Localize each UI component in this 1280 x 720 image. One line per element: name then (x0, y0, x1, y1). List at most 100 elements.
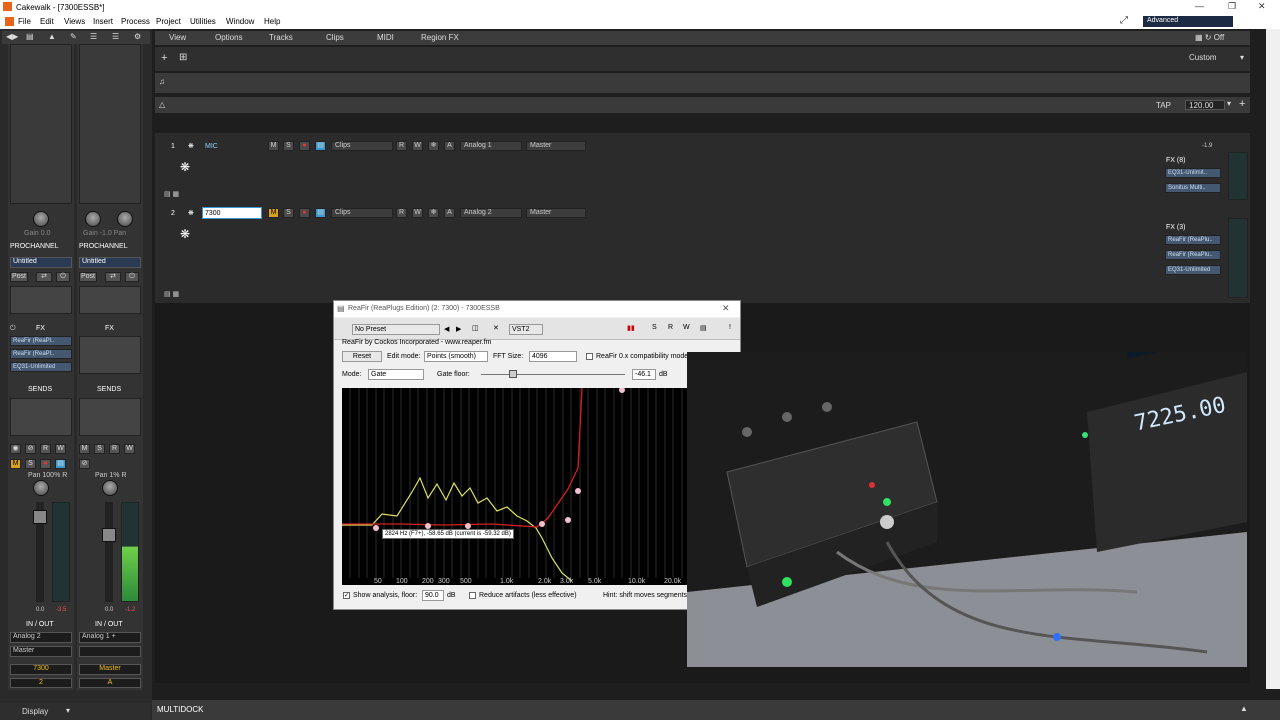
toolbar-region-fx[interactable]: Region FX (421, 33, 459, 42)
pan-knob-top[interactable] (117, 211, 133, 227)
fx-slot-1[interactable]: ReaFir (ReaPlu.. (1165, 235, 1221, 245)
read-button[interactable]: R (40, 444, 51, 454)
read-button[interactable]: R (396, 141, 407, 151)
pc-power-icon[interactable]: ⏻ (56, 272, 70, 282)
post-button[interactable]: Post (79, 272, 97, 282)
pencil-icon[interactable]: ✎ (70, 32, 77, 41)
compat-checkbox[interactable] (586, 353, 593, 360)
analysis-floor-input[interactable]: 90.0 (422, 590, 444, 601)
menu-edit[interactable]: Edit (40, 17, 54, 26)
show-analysis-checkbox[interactable]: ✓ (343, 592, 350, 599)
close-icon[interactable]: ✕ (722, 303, 730, 314)
mute-button[interactable]: M (79, 444, 90, 454)
nav-arrows-icon[interactable]: ◀▶ (6, 32, 18, 41)
menu-help[interactable]: Help (264, 17, 280, 26)
pc-power-icon[interactable]: ⏻ (125, 272, 139, 282)
read-icon[interactable]: R (668, 324, 673, 331)
pc-routing-icon[interactable]: ⇄ (105, 272, 121, 282)
fx-slot-3[interactable]: EQ31-Unlimited (1165, 265, 1221, 275)
write-icon[interactable]: W (683, 324, 690, 331)
minimize-icon[interactable]: — (1195, 1, 1204, 11)
toolbar-clips[interactable]: Clips (326, 33, 344, 42)
phase-icon[interactable]: ⊘ (79, 459, 90, 469)
pan-knob[interactable] (102, 480, 118, 496)
gear-icon[interactable]: ⚙ (134, 32, 141, 41)
solo-button[interactable]: S (283, 141, 294, 151)
plugin-select[interactable]: VST2 (509, 324, 543, 335)
add-tempo-icon[interactable]: + (1239, 98, 1245, 110)
delete-icon[interactable]: ✕ (493, 324, 499, 332)
add-track-icon[interactable]: + (161, 52, 167, 64)
solo-button[interactable]: S (25, 459, 36, 469)
snap-icon[interactable]: ▦ ↻ Off (1195, 33, 1224, 42)
reduce-artifacts-checkbox[interactable] (469, 592, 476, 599)
preset-select[interactable]: No Preset (352, 324, 440, 335)
prochannel-preset[interactable]: Untitled (10, 257, 72, 268)
write-button[interactable]: W (124, 444, 135, 454)
fx-slot-3[interactable]: EQ31-Unlimited (10, 362, 72, 372)
add-folder-icon[interactable]: ⊞ (179, 52, 187, 63)
lanes-icon[interactable]: ▤ ▦ (164, 290, 179, 298)
write-button[interactable]: W (412, 141, 423, 151)
mute-button[interactable]: M (268, 208, 279, 218)
strip-name[interactable]: 7300 (10, 664, 72, 675)
clips-select[interactable]: Clips (331, 208, 393, 218)
toolbar-midi[interactable]: MIDI (377, 33, 394, 42)
prochannel-preset[interactable]: Untitled (79, 257, 141, 268)
mute-button[interactable]: M (10, 459, 21, 469)
pc-routing-icon[interactable]: ⇄ (36, 272, 52, 282)
output-select[interactable]: Master (526, 208, 586, 218)
workspace-selector[interactable]: Advanced (1143, 16, 1233, 27)
layout-icon[interactable]: ▤ (26, 32, 34, 41)
archive-icon[interactable]: A (444, 208, 455, 218)
arranger-ruler[interactable]: ♫ (155, 73, 1250, 93)
record-arm-button[interactable]: ● (40, 459, 51, 469)
track-name-input[interactable]: 7300 (202, 207, 262, 219)
fx-slot-2[interactable]: ReaFir (ReaPlu.. (1165, 250, 1221, 260)
prev-preset-icon[interactable]: ◀ (444, 325, 449, 333)
strip-name[interactable]: Master (79, 664, 141, 675)
display-dropdown[interactable]: Display ▾ (0, 703, 150, 720)
expand-icon[interactable]: ❋ (188, 142, 194, 150)
metronome-icon[interactable]: △ (159, 100, 165, 109)
mute-button[interactable]: M (268, 141, 279, 151)
fx-slot-2[interactable]: ReaFir (ReaPl.. (10, 349, 72, 359)
frequency-graph-svg[interactable]: 50 100 200 300 500 1.0k 2.0k 3.0k 5.0k 10.0k 20.0k (342, 387, 688, 585)
toolbar-options[interactable]: Options (215, 33, 243, 42)
read-button[interactable]: R (109, 444, 120, 454)
volume-fader[interactable] (102, 528, 116, 542)
edit-mode-select[interactable]: Points (smooth) (424, 351, 488, 362)
gain-knob[interactable] (85, 211, 101, 227)
expand-icon[interactable]: ⤢ (1120, 15, 1128, 26)
read-button[interactable]: R (396, 208, 407, 218)
gain-knob[interactable] (33, 211, 49, 227)
monitor-button[interactable]: ▤ (315, 141, 326, 151)
expand-dock-icon[interactable]: ▲ (1240, 704, 1248, 713)
menu-insert[interactable]: Insert (93, 17, 113, 26)
tempo-track[interactable]: △ TAP 120.00 ▾ + (155, 97, 1250, 113)
chevron-down-icon[interactable]: ▾ (1227, 99, 1231, 108)
track-name[interactable]: MIC (205, 143, 218, 150)
solo-button[interactable]: S (94, 444, 105, 454)
arranger-icon[interactable]: ♫ (159, 77, 165, 86)
write-button[interactable]: W (412, 208, 423, 218)
info-icon[interactable]: ! (729, 324, 731, 331)
fx-slot-1[interactable]: ReaFir (ReaPl.. (10, 336, 72, 346)
next-preset-icon[interactable]: ▶ (456, 325, 461, 333)
input-select[interactable]: Analog 2 (10, 632, 72, 643)
menu-file[interactable]: File (18, 17, 31, 26)
close-icon[interactable]: ✕ (1258, 1, 1266, 12)
menu-views[interactable]: Views (64, 17, 85, 26)
list-icon[interactable]: ☰ (112, 32, 119, 41)
multidock-bar[interactable]: MULTIDOCK ▲ (152, 700, 1280, 720)
menu-window[interactable]: Window (226, 17, 254, 26)
menu-process[interactable]: Process (121, 17, 150, 26)
fft-size-select[interactable]: 4096 (529, 351, 577, 362)
input-select[interactable]: Analog 2 (460, 208, 522, 218)
restore-icon[interactable]: ❐ (1228, 1, 1236, 12)
output-select[interactable]: Master (10, 646, 72, 657)
gate-floor-value[interactable]: -46.1 (632, 369, 656, 380)
fx-bypass-icon[interactable]: ⊘ (25, 444, 36, 454)
save-icon[interactable]: ◫ (472, 324, 479, 332)
tap-button[interactable]: TAP (1156, 101, 1171, 110)
